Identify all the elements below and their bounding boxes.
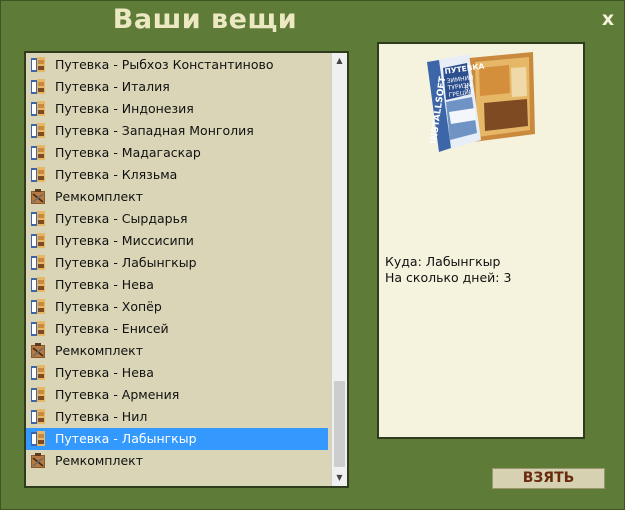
inventory-window: Ваши вещи x Путевка - Рыбхоз Константино… [0, 0, 625, 510]
list-item[interactable]: Путевка - Нева [26, 362, 328, 384]
list-item-label: Путевка - Индонезия [55, 101, 194, 116]
list-scrollbar[interactable]: ▲ ▼ [331, 53, 347, 486]
voucher-icon [30, 166, 46, 184]
voucher-icon [30, 386, 46, 404]
close-icon[interactable]: x [598, 9, 618, 29]
list-item-label: Путевка - Италия [55, 79, 170, 94]
days-text: На сколько дней: 3 [385, 270, 512, 285]
destination-text: Куда: Лабынгкыр [385, 254, 501, 269]
list-item[interactable]: Путевка - Мадагаскар [26, 142, 328, 164]
list-item[interactable]: Путевка - Лабынгкыр [26, 428, 328, 450]
list-item-label: Путевка - Нил [55, 409, 148, 424]
list-item-label: Путевка - Клязьма [55, 167, 178, 182]
list-item-label: Путевка - Мадагаскар [55, 145, 201, 160]
scroll-down-arrow-icon[interactable]: ▼ [332, 470, 347, 486]
voucher-icon [30, 56, 46, 74]
list-item[interactable]: Путевка - Миссисипи [26, 230, 328, 252]
list-item-label: Ремкомплект [55, 189, 143, 204]
list-item[interactable]: Путевка - Индонезия [26, 98, 328, 120]
list-item-label: Путевка - Западная Монголия [55, 123, 254, 138]
list-item[interactable]: Путевка - Западная Монголия [26, 120, 328, 142]
voucher-icon [30, 122, 46, 140]
list-item-label: Ремкомплект [55, 343, 143, 358]
take-button[interactable]: ВЗЯТЬ [492, 468, 605, 489]
list-item-label: Путевка - Лабынгкыр [55, 255, 197, 270]
voucher-icon [30, 364, 46, 382]
repair-kit-icon [30, 188, 46, 206]
list-item[interactable]: Путевка - Енисей [26, 318, 328, 340]
list-item-label: Путевка - Рыбхоз Константиново [55, 57, 274, 72]
voucher-icon [30, 298, 46, 316]
list-item[interactable]: Путевка - Нева [26, 274, 328, 296]
travel-brochure-image: INSTALLSOFT ПУТЕВКА ЗИМНИЙ ТУРИЗМ В ГРЕЦ… [427, 52, 535, 152]
voucher-icon [30, 100, 46, 118]
voucher-icon [30, 78, 46, 96]
voucher-icon [30, 210, 46, 228]
list-item-label: Путевка - Лабынгкыр [55, 431, 197, 446]
list-item[interactable]: Путевка - Клязьма [26, 164, 328, 186]
scroll-thumb[interactable] [334, 381, 345, 467]
list-item-label: Путевка - Армения [55, 387, 180, 402]
voucher-icon [30, 320, 46, 338]
voucher-icon [30, 276, 46, 294]
voucher-icon [30, 232, 46, 250]
list-item[interactable]: Путевка - Лабынгкыр [26, 252, 328, 274]
list-item-label: Ремкомплект [55, 453, 143, 468]
voucher-icon [30, 254, 46, 272]
list-item[interactable]: Путевка - Рыбхоз Константиново [26, 54, 328, 76]
items-list-panel[interactable]: Путевка - Рыбхоз Константиново Путевка - … [24, 51, 349, 488]
repair-kit-icon [30, 342, 46, 360]
list-item-label: Путевка - Хопёр [55, 299, 162, 314]
repair-kit-icon [30, 452, 46, 470]
list-item-label: Путевка - Нева [55, 365, 154, 380]
list-item[interactable]: Ремкомплект [26, 340, 328, 362]
voucher-icon [30, 144, 46, 162]
list-item-label: Путевка - Миссисипи [55, 233, 194, 248]
list-item-label: Путевка - Сырдарья [55, 211, 188, 226]
items-list: Путевка - Рыбхоз Константиново Путевка - … [26, 54, 332, 472]
list-item[interactable]: Ремкомплект [26, 186, 328, 208]
list-item[interactable]: Путевка - Хопёр [26, 296, 328, 318]
list-item[interactable]: Путевка - Армения [26, 384, 328, 406]
scroll-up-arrow-icon[interactable]: ▲ [332, 53, 347, 69]
voucher-icon [30, 408, 46, 426]
list-item[interactable]: Путевка - Нил [26, 406, 328, 428]
item-detail-panel: INSTALLSOFT ПУТЕВКА ЗИМНИЙ ТУРИЗМ В ГРЕЦ… [377, 42, 585, 439]
window-title: Ваши вещи [112, 4, 298, 35]
list-item[interactable]: Путевка - Сырдарья [26, 208, 328, 230]
list-item[interactable]: Ремкомплект [26, 450, 328, 472]
list-item[interactable]: Путевка - Италия [26, 76, 328, 98]
voucher-icon [30, 430, 46, 448]
list-item-label: Путевка - Нева [55, 277, 154, 292]
list-item-label: Путевка - Енисей [55, 321, 169, 336]
